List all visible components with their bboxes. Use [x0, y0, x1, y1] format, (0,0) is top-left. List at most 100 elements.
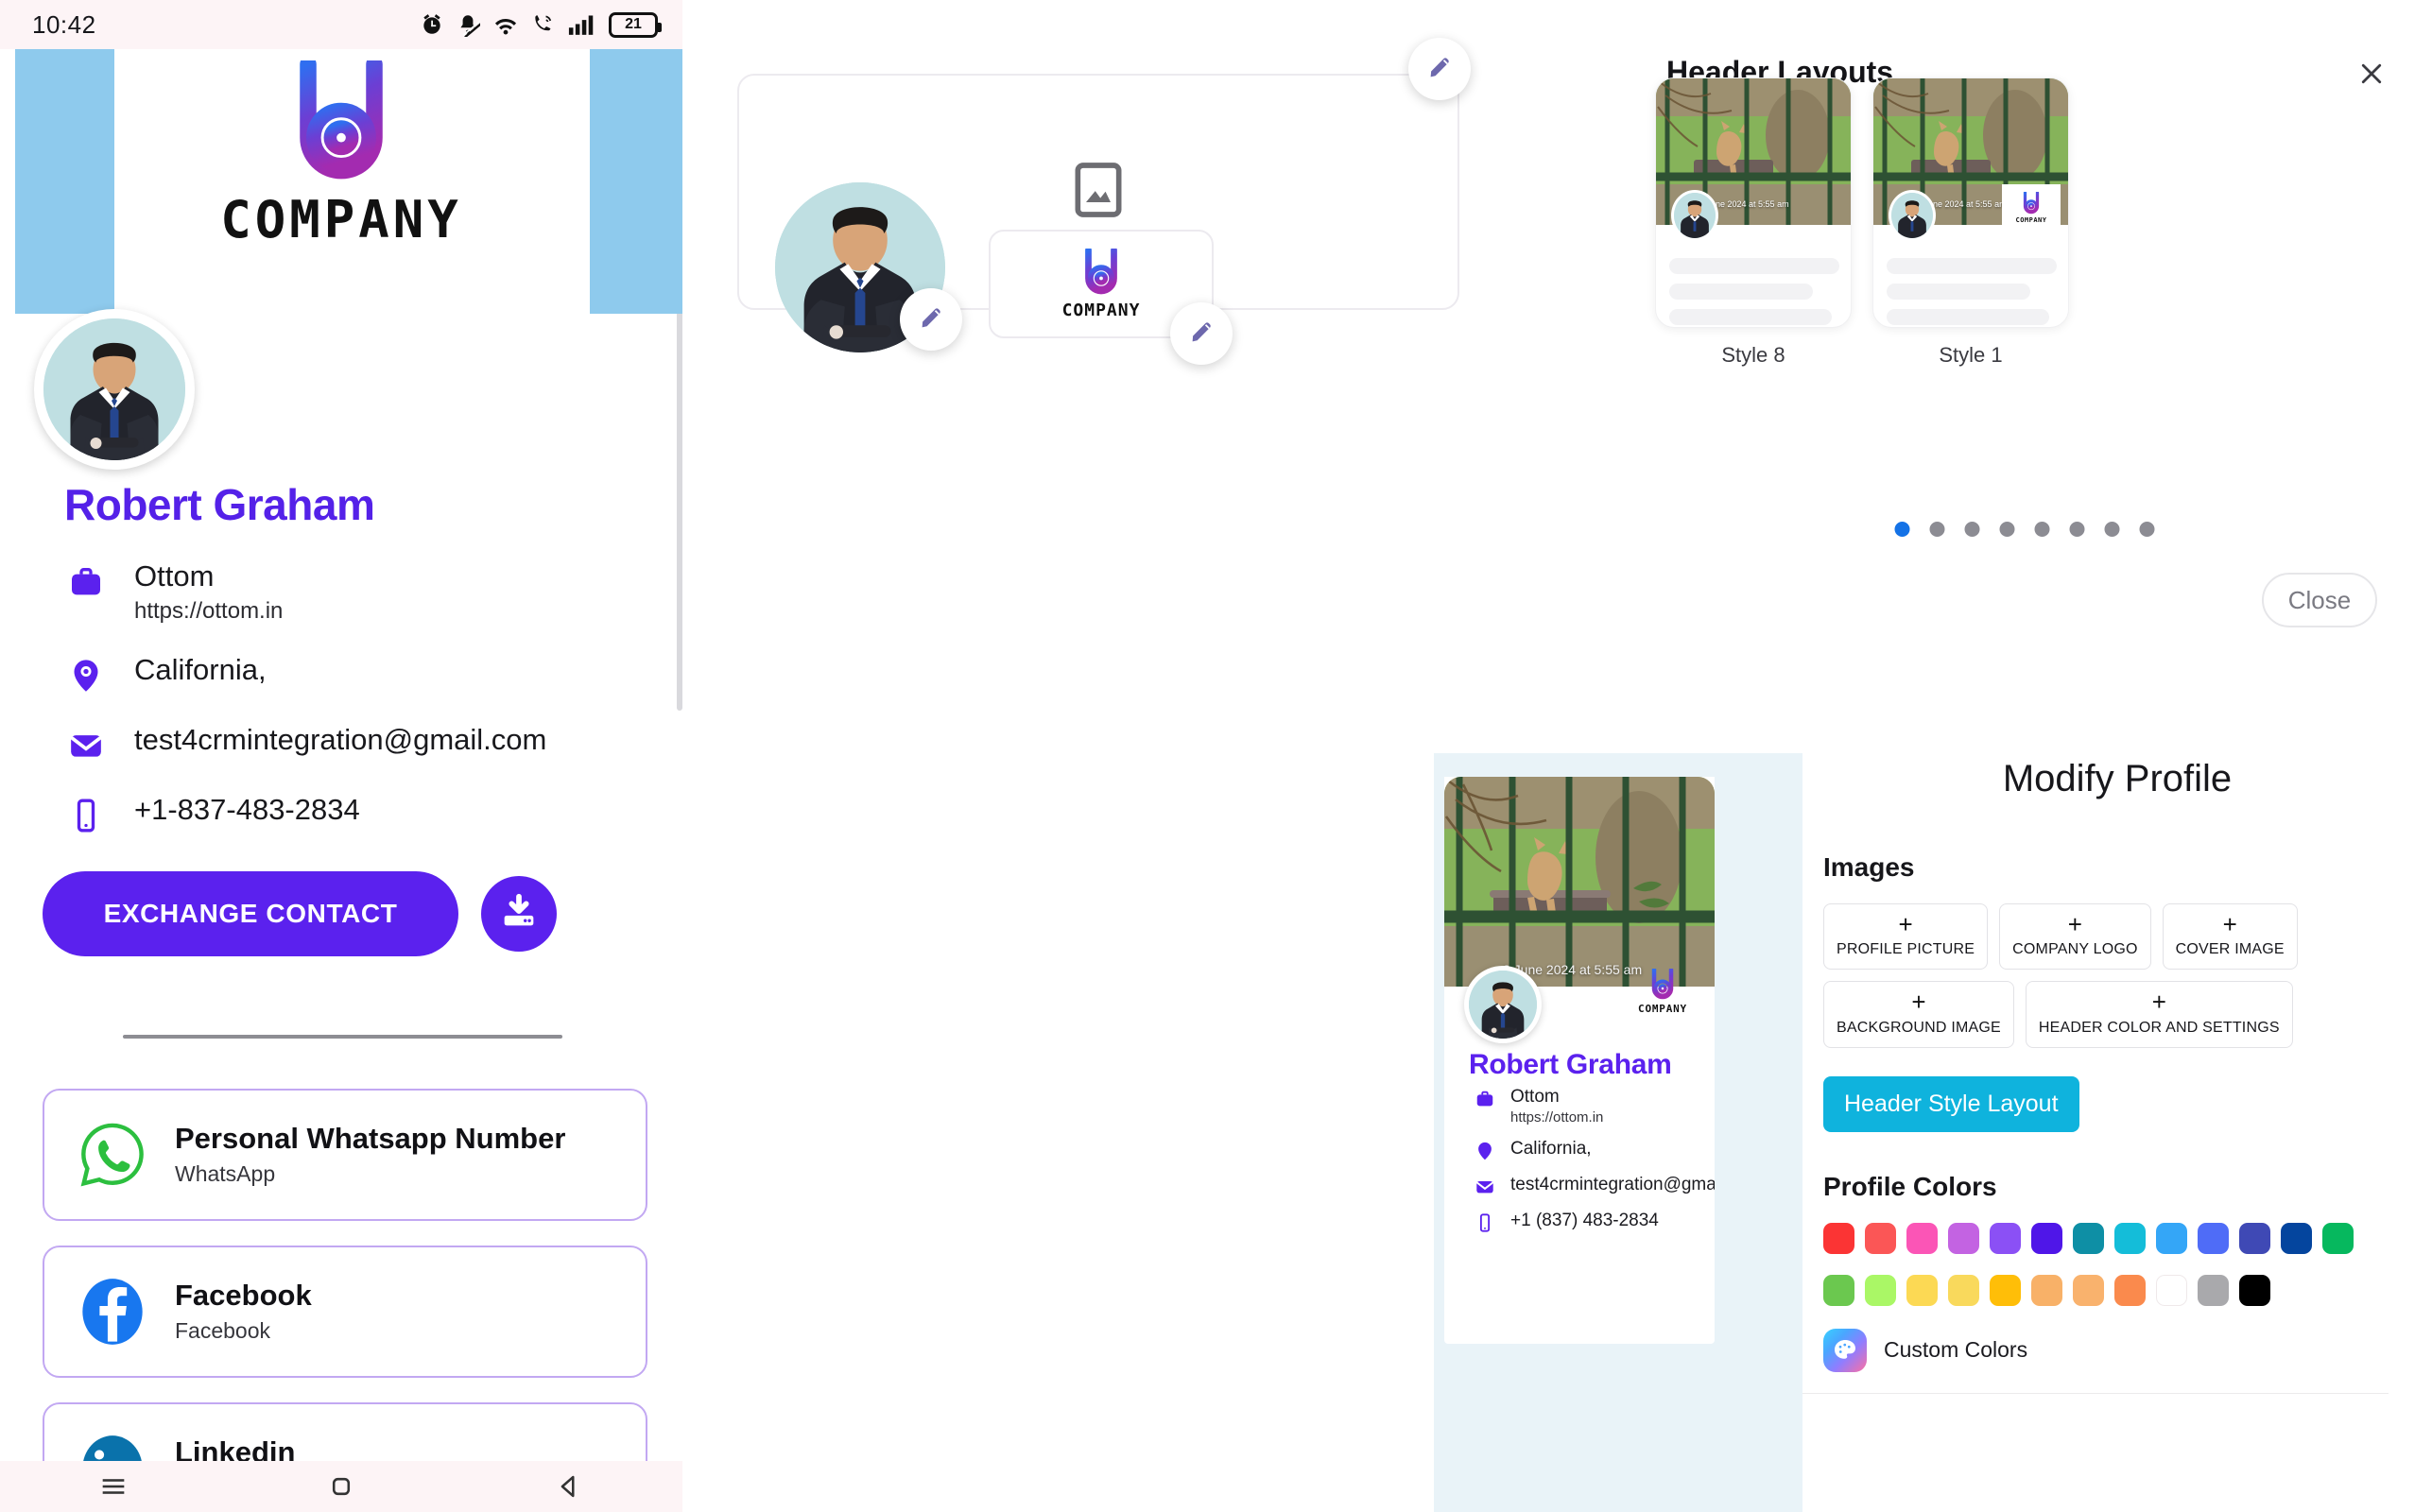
detail-row-location: California,	[1475, 1139, 1715, 1161]
wifi-icon	[492, 12, 520, 37]
add-profile-picture-button[interactable]: + PROFILE PICTURE	[1823, 903, 1989, 971]
home-icon[interactable]	[325, 1470, 357, 1503]
color-swatch[interactable]	[1865, 1222, 1896, 1254]
mobile-icon	[66, 793, 106, 834]
color-swatch[interactable]	[2073, 1222, 2104, 1254]
color-swatch[interactable]	[1990, 1274, 2021, 1306]
header-style-option[interactable]: 2 June 2024 at 5:55 am	[1655, 77, 1852, 368]
custom-colors-row[interactable]: Custom Colors	[1823, 1328, 2432, 1372]
color-swatch[interactable]	[1906, 1274, 1938, 1306]
location-pin-icon	[66, 653, 106, 695]
color-swatch[interactable]	[1990, 1222, 2021, 1254]
add-cover-image-button[interactable]: + COVER IMAGE	[2162, 903, 2298, 971]
list-item[interactable]: Personal Whatsapp Number WhatsApp	[43, 1089, 647, 1221]
status-time: 10:42	[32, 9, 96, 39]
detail-row-phone: +1 (837) 483-2834	[1475, 1211, 1715, 1233]
plus-icon: +	[2151, 988, 2166, 1017]
phone-status-bar: 10:42 21	[0, 0, 682, 49]
pagination-dot[interactable]	[2034, 522, 2050, 537]
color-swatch[interactable]	[1906, 1222, 1938, 1254]
phone-contact-details: Ottom https://ottom.in California, test4…	[66, 559, 633, 863]
color-swatch[interactable]	[2156, 1222, 2187, 1254]
color-swatch[interactable]	[2073, 1274, 2104, 1306]
preview-cover-image	[1444, 777, 1715, 987]
pagination-dot[interactable]	[1929, 522, 1945, 537]
chip-label: COMPANY LOGO	[2012, 941, 2138, 958]
company-url[interactable]: https://ottom.in	[134, 598, 283, 625]
preview-email: test4crmintegration@gmail.cc	[1510, 1174, 1715, 1194]
header-style-layout-button[interactable]: Header Style Layout	[1823, 1075, 2079, 1132]
company-logo-dropzone[interactable]: COMPANY	[989, 230, 1233, 365]
color-swatch[interactable]	[2114, 1274, 2146, 1306]
color-swatch[interactable]	[1823, 1222, 1854, 1254]
list-item[interactable]: Facebook Facebook	[43, 1246, 647, 1378]
profile-picture-dropzone[interactable]	[775, 182, 962, 352]
pagination-dot[interactable]	[1999, 522, 2015, 537]
chip-label: BACKGROUND IMAGE	[1837, 1019, 2001, 1036]
image-buttons-group: + PROFILE PICTURE + COMPANY LOGO + COVER…	[1823, 903, 2372, 1048]
add-company-logo-button[interactable]: + COMPANY LOGO	[1999, 903, 2151, 971]
modify-profile-title: Modify Profile	[2002, 758, 2233, 799]
cover-band-left	[15, 49, 114, 314]
status-icons: 21	[420, 11, 662, 38]
pagination-dot[interactable]	[2069, 522, 2085, 537]
detail-row-company[interactable]: Ottom https://ottom.in	[66, 559, 633, 625]
detail-row-phone[interactable]: +1-837-483-2834	[66, 793, 633, 834]
company-mark-icon	[1085, 248, 1117, 294]
header-layouts-carousel[interactable]: 2 June 2024 at 5:55 am Style 8 2 June 20…	[1655, 77, 2069, 368]
close-icon[interactable]	[2351, 53, 2392, 94]
back-icon[interactable]	[553, 1470, 585, 1503]
edit-profile-picture-button[interactable]	[900, 288, 962, 351]
color-swatch[interactable]	[2156, 1274, 2187, 1306]
edit-company-logo-button[interactable]	[1170, 302, 1233, 365]
exchange-contact-button[interactable]: EXCHANGE CONTACT	[43, 871, 458, 956]
list-item[interactable]: Linkedin Linkedin	[43, 1402, 647, 1461]
edit-cover-button[interactable]	[1408, 38, 1471, 100]
company-logo-thumbnail: COMPANY	[2002, 184, 2061, 232]
color-swatch-row-2	[1823, 1274, 2432, 1306]
preview-location: California,	[1510, 1138, 1592, 1159]
color-swatch[interactable]	[2239, 1222, 2270, 1254]
detail-row-email: test4crmintegration@gmail.cc	[1475, 1175, 1715, 1197]
battery-icon: 21	[609, 11, 662, 38]
color-swatch[interactable]	[1865, 1274, 1896, 1306]
color-swatch[interactable]	[2114, 1222, 2146, 1254]
add-background-image-button[interactable]: + BACKGROUND IMAGE	[1823, 981, 2014, 1048]
color-swatch[interactable]	[2322, 1222, 2354, 1254]
menu-icon[interactable]	[97, 1470, 129, 1503]
color-swatch[interactable]	[1948, 1222, 1979, 1254]
close-button[interactable]: Close	[2262, 573, 2377, 627]
avatar	[34, 309, 195, 470]
header-style-label: Style 1	[1939, 343, 2003, 367]
detail-row-email[interactable]: test4crmintegration@gmail.com	[66, 723, 633, 765]
carousel-pagination[interactable]	[1894, 522, 2155, 537]
preview-logo-word: COMPANY	[1638, 1003, 1687, 1015]
linkedin-icon	[77, 1433, 148, 1461]
pagination-dot[interactable]	[1894, 522, 1910, 537]
placeholder-lines	[1669, 258, 1839, 327]
color-swatch[interactable]	[2198, 1222, 2229, 1254]
color-swatch[interactable]	[2198, 1274, 2229, 1306]
call-wifi-icon	[531, 12, 556, 37]
header-style-label: Style 8	[1721, 343, 1785, 367]
color-swatch[interactable]	[2031, 1274, 2062, 1306]
color-swatch[interactable]	[1948, 1274, 1979, 1306]
color-swatch[interactable]	[2239, 1274, 2270, 1306]
list-item-title: Facebook	[175, 1279, 312, 1313]
pagination-dot[interactable]	[1964, 522, 1980, 537]
workspace: COMPANY Header Layouts 2 June 2024 at 5:…	[682, 0, 2432, 1512]
list-item-title: Linkedin	[175, 1435, 296, 1461]
profile-photo	[43, 318, 185, 460]
image-placeholder-icon	[1074, 161, 1123, 224]
pagination-dot[interactable]	[2104, 522, 2120, 537]
page-title: Robert Graham	[64, 480, 375, 529]
color-swatch[interactable]	[1823, 1274, 1854, 1306]
download-contact-button[interactable]	[481, 876, 557, 952]
color-swatch[interactable]	[2031, 1222, 2062, 1254]
header-layouts-panel: Header Layouts 2 June 2024 at 5:55 am St…	[1638, 28, 2411, 671]
header-color-and-settings-button[interactable]: + HEADER COLOR AND SETTINGS	[2025, 981, 2293, 1048]
pagination-dot[interactable]	[2139, 522, 2155, 537]
header-style-option[interactable]: 2 June 2024 at 5:55 am	[1872, 77, 2069, 368]
color-swatch[interactable]	[2281, 1222, 2312, 1254]
detail-row-location[interactable]: California,	[66, 653, 633, 695]
